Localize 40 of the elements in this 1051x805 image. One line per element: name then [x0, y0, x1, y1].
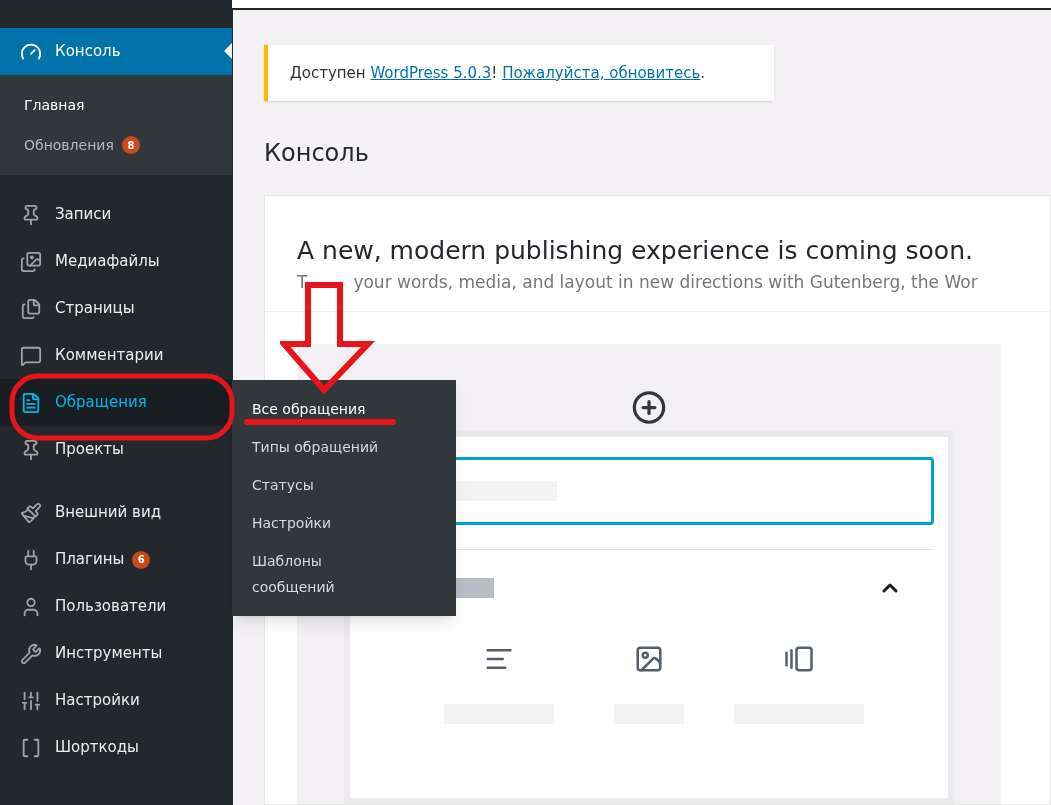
- submenu-item[interactable]: Главная: [0, 85, 232, 125]
- gallery-icon: [784, 644, 814, 675]
- menu-item[interactable]: Консоль: [0, 28, 232, 75]
- menu-item[interactable]: Страницы: [0, 285, 232, 332]
- sliders-icon: [20, 689, 42, 712]
- menu-item[interactable]: Настройки: [0, 677, 232, 724]
- menu-item[interactable]: Обращения: [0, 379, 232, 426]
- brackets-icon: [20, 736, 42, 759]
- flyout-item[interactable]: Статусы: [232, 466, 456, 504]
- flyout-item[interactable]: Настройки: [232, 504, 456, 542]
- menu-item[interactable]: Проекты: [0, 426, 232, 473]
- menu-item[interactable]: Инструменты: [0, 630, 232, 677]
- pages-icon: [20, 297, 42, 320]
- promo-text: your words, media, and layout in new directions with Gutenberg, the Wor: [353, 270, 978, 294]
- paintbrush-icon: [20, 501, 42, 524]
- page-title: Консоль: [264, 138, 370, 169]
- add-block-icon: [630, 390, 668, 426]
- flyout-item[interactable]: Все обращения: [232, 390, 456, 428]
- menu-item[interactable]: Пользователи: [0, 583, 232, 630]
- submenu-item[interactable]: Обновления 8: [0, 125, 232, 165]
- update-link[interactable]: Пожалуйста, обновитесь: [502, 63, 701, 82]
- flyout-item[interactable]: Типы обращений: [232, 428, 456, 466]
- version-link[interactable]: WordPress 5.0.3: [370, 63, 492, 82]
- flyout-item[interactable]: Шаблоны сообщений: [232, 542, 456, 606]
- count-badge: 8: [121, 136, 140, 154]
- notice-text: Доступен WordPress 5.0.3! Пожалуйста, обновитесь.: [290, 62, 706, 84]
- menu-item[interactable]: Записи: [0, 191, 232, 238]
- menu-item[interactable]: Плагины 6: [0, 536, 232, 583]
- menu-item[interactable]: Шорткоды: [0, 724, 232, 771]
- wrench-icon: [20, 642, 42, 665]
- menu-item[interactable]: Медиафайлы: [0, 238, 232, 285]
- menu-item[interactable]: Внешний вид: [0, 489, 232, 536]
- promo-text-start: T: [297, 270, 308, 294]
- comment-icon: [20, 344, 42, 367]
- image-icon: [634, 644, 664, 675]
- media-icon: [20, 250, 42, 273]
- note-icon: [20, 391, 42, 414]
- count-badge: 6: [132, 550, 151, 569]
- promo-heading: A new, modern publishing experience is coming soon.: [297, 235, 974, 267]
- menu-item[interactable]: Комментарии: [0, 332, 232, 379]
